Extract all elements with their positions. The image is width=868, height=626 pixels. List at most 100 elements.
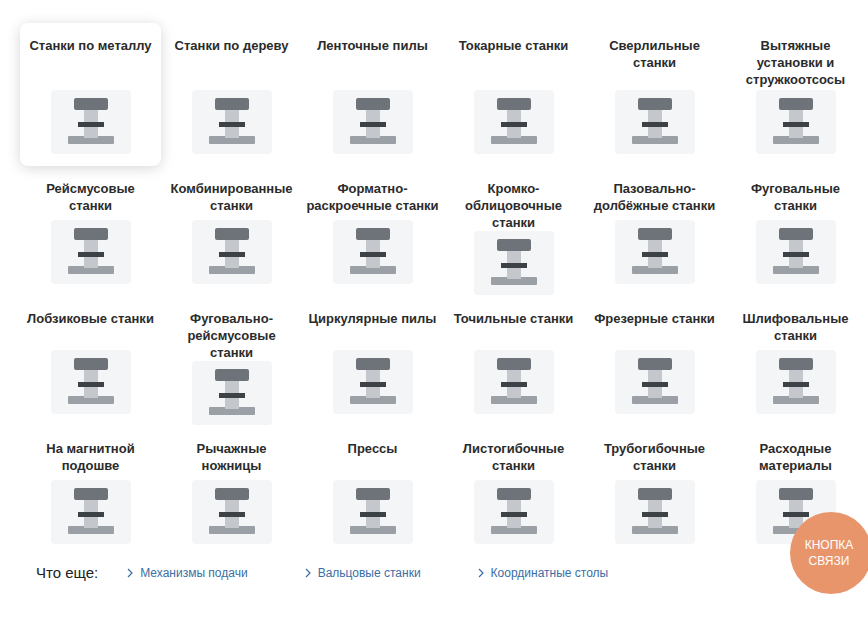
product-image[interactable] <box>756 90 836 154</box>
product-image[interactable] <box>474 90 554 154</box>
category-title[interactable]: Прессы <box>348 440 398 457</box>
category-title[interactable]: Комбинированные станки <box>165 180 298 214</box>
category-card[interactable]: Точильные станки <box>443 296 584 426</box>
category-card[interactable]: Лобзиковые станки <box>20 296 161 426</box>
category-title[interactable]: На магнитной подошве <box>24 440 157 474</box>
product-image[interactable] <box>333 350 413 414</box>
category-card[interactable]: Листогибочные станки <box>443 426 584 556</box>
machine-icon <box>620 222 690 282</box>
machine-icon <box>197 222 267 282</box>
product-image[interactable] <box>756 350 836 414</box>
category-card[interactable]: Вытяжные установки и стружкоотсосы <box>725 23 866 166</box>
product-image[interactable] <box>51 220 131 284</box>
product-image[interactable] <box>615 480 695 544</box>
machine-icon <box>761 92 831 152</box>
category-card[interactable]: На магнитной подошве <box>20 426 161 556</box>
product-image[interactable] <box>474 231 554 295</box>
catalog-page: Станки по металлу Станки по дереву Ленточн… <box>0 0 868 626</box>
machine-icon <box>620 92 690 152</box>
product-image[interactable] <box>756 220 836 284</box>
category-card[interactable]: Станки по дереву <box>161 23 302 166</box>
machine-icon <box>479 92 549 152</box>
product-image[interactable] <box>333 220 413 284</box>
category-card[interactable]: Токарные станки <box>443 23 584 166</box>
category-title[interactable]: Станки по металлу <box>29 37 151 54</box>
more-label: Что еще: <box>36 564 98 581</box>
category-card[interactable]: Шлифовальные станки <box>725 296 866 426</box>
product-image[interactable] <box>615 90 695 154</box>
category-title[interactable]: Шлифовальные станки <box>729 310 862 344</box>
category-card[interactable]: Фуговальные станки <box>725 166 866 296</box>
more-link[interactable]: Механизмы подачи <box>126 566 247 580</box>
machine-icon <box>338 482 408 542</box>
category-card[interactable]: Прессы <box>302 426 443 556</box>
category-title[interactable]: Кромко-облицовочные станки <box>447 180 580 231</box>
product-image[interactable] <box>51 350 131 414</box>
category-card[interactable]: Рейсмусовые станки <box>20 166 161 296</box>
category-card[interactable]: Рычажные ножницы <box>161 426 302 556</box>
category-title[interactable]: Расходные материалы <box>729 440 862 474</box>
chevron-icon <box>477 568 485 578</box>
product-image[interactable] <box>474 350 554 414</box>
category-title[interactable]: Фуговальные станки <box>729 180 862 214</box>
category-title[interactable]: Сверлильные станки <box>588 37 721 71</box>
category-title[interactable]: Листогибочные станки <box>447 440 580 474</box>
machine-icon <box>197 363 267 423</box>
more-link[interactable]: Координатные столы <box>477 566 609 580</box>
product-image[interactable] <box>192 90 272 154</box>
product-image[interactable] <box>615 350 695 414</box>
category-card[interactable]: Фуговально-рейсмусовые станки <box>161 296 302 426</box>
category-title[interactable]: Ленточные пилы <box>317 37 428 54</box>
category-title[interactable]: Точильные станки <box>454 310 574 327</box>
machine-icon <box>479 352 549 412</box>
machine-icon <box>56 482 126 542</box>
category-title[interactable]: Токарные станки <box>459 37 569 54</box>
more-link[interactable]: Вальцовые станки <box>304 566 421 580</box>
category-title[interactable]: Станки по дереву <box>175 37 289 54</box>
machine-icon <box>338 222 408 282</box>
category-card[interactable]: Ленточные пилы <box>302 23 443 166</box>
product-image[interactable] <box>51 90 131 154</box>
product-image[interactable] <box>474 480 554 544</box>
machine-icon <box>56 222 126 282</box>
category-title[interactable]: Фуговально-рейсмусовые станки <box>165 310 298 361</box>
product-image[interactable] <box>51 480 131 544</box>
machine-icon <box>56 352 126 412</box>
category-title[interactable]: Рычажные ножницы <box>165 440 298 474</box>
category-card[interactable]: Циркулярные пилы <box>302 296 443 426</box>
category-title[interactable]: Вытяжные установки и стружкоотсосы <box>729 37 862 88</box>
machine-icon <box>197 92 267 152</box>
category-card[interactable]: Комбинированные станки <box>161 166 302 296</box>
category-title[interactable]: Пазовально-долбёжные станки <box>588 180 721 214</box>
chevron-icon <box>304 568 312 578</box>
category-card[interactable]: Пазовально-долбёжные станки <box>584 166 725 296</box>
product-image[interactable] <box>192 220 272 284</box>
category-title[interactable]: Лобзиковые станки <box>27 310 154 327</box>
product-image[interactable] <box>333 90 413 154</box>
category-title[interactable]: Фрезерные станки <box>594 310 715 327</box>
product-image[interactable] <box>192 480 272 544</box>
category-card[interactable]: Форматно-раскроечные станки <box>302 166 443 296</box>
machine-icon <box>56 92 126 152</box>
machine-icon <box>620 352 690 412</box>
machine-icon <box>338 352 408 412</box>
machine-icon <box>761 222 831 282</box>
category-card[interactable]: Станки по металлу <box>20 23 161 166</box>
contact-button[interactable]: КНОПКА СВЯЗИ <box>790 512 868 594</box>
chevron-icon <box>126 568 134 578</box>
product-image[interactable] <box>615 220 695 284</box>
category-card[interactable]: Трубогибочные станки <box>584 426 725 556</box>
product-image[interactable] <box>192 361 272 425</box>
category-card[interactable]: Кромко-облицовочные станки <box>443 166 584 296</box>
machine-icon <box>479 482 549 542</box>
category-card[interactable]: Сверлильные станки <box>584 23 725 166</box>
category-card[interactable]: Фрезерные станки <box>584 296 725 426</box>
category-title[interactable]: Форматно-раскроечные станки <box>306 180 439 214</box>
category-title[interactable]: Циркулярные пилы <box>309 310 437 327</box>
product-image[interactable] <box>333 480 413 544</box>
category-title[interactable]: Рейсмусовые станки <box>24 180 157 214</box>
category-grid: Станки по металлу Станки по дереву Ленточн… <box>0 0 868 556</box>
category-title[interactable]: Трубогибочные станки <box>588 440 721 474</box>
machine-icon <box>620 482 690 542</box>
machine-icon <box>338 92 408 152</box>
